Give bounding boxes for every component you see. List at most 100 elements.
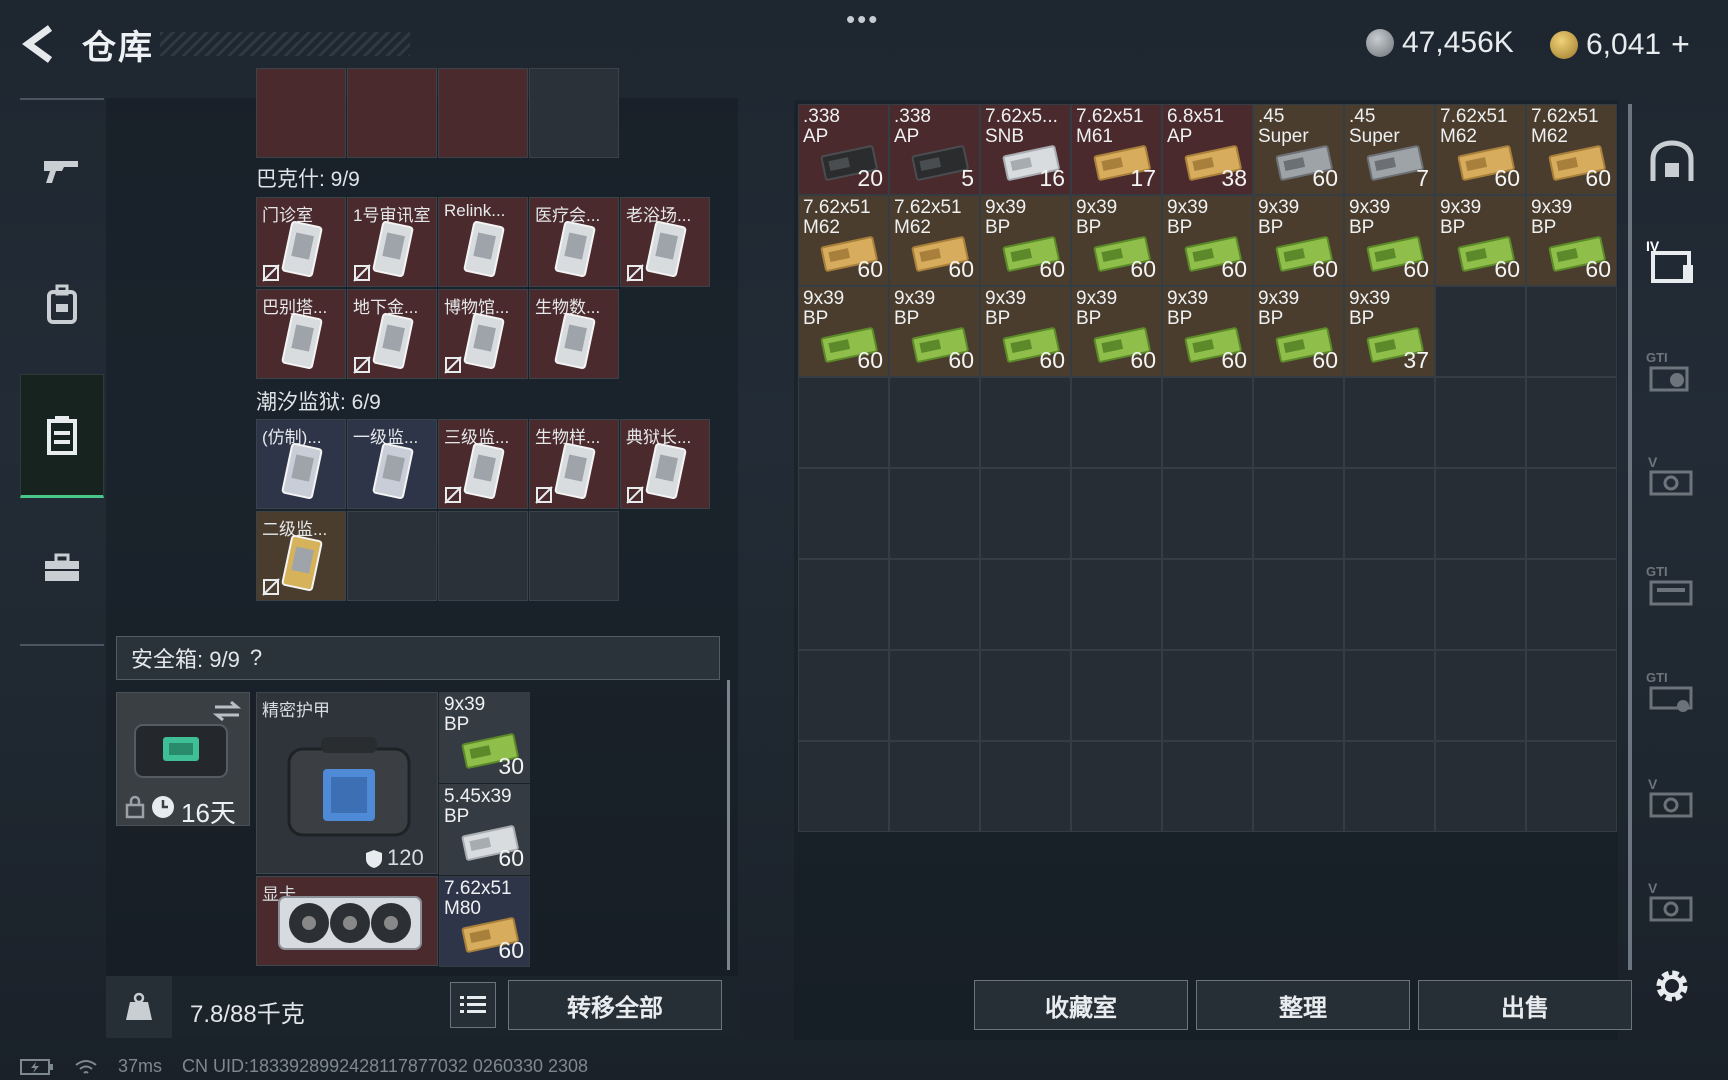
empty-slot[interactable] <box>1162 559 1253 650</box>
empty-slot[interactable] <box>1435 377 1526 468</box>
key-item[interactable]: 三级监... <box>438 419 528 509</box>
safebox-help-button[interactable]: ? <box>250 645 262 671</box>
key-item[interactable]: 老浴场... <box>620 197 710 287</box>
key-item[interactable]: 博物馆... <box>438 289 528 379</box>
backpack-scrollbar[interactable] <box>727 680 730 970</box>
empty-slot[interactable] <box>1253 650 1344 741</box>
stash-item[interactable]: 9x39 BP 37 <box>1344 286 1435 377</box>
empty-slot[interactable] <box>980 468 1071 559</box>
empty-slot[interactable] <box>1162 377 1253 468</box>
empty-slot[interactable] <box>1162 741 1253 832</box>
stash-item[interactable]: 9x39 BP 60 <box>1162 286 1253 377</box>
swap-icon[interactable] <box>213 699 241 723</box>
empty-slot[interactable] <box>438 511 528 601</box>
key-item[interactable]: 典狱长... <box>620 419 710 509</box>
empty-slot[interactable] <box>980 741 1071 832</box>
gpu-item[interactable]: 显卡 <box>256 876 438 966</box>
stash-item[interactable]: 7.62x51 M62 60 <box>889 195 980 286</box>
key-item[interactable]: 医疗会... <box>529 197 619 287</box>
empty-slot[interactable] <box>889 741 980 832</box>
stash-item[interactable]: 9x39 BP 60 <box>1435 195 1526 286</box>
empty-slot[interactable] <box>1344 650 1435 741</box>
key-item[interactable] <box>256 68 346 158</box>
empty-slot[interactable] <box>1435 741 1526 832</box>
ammo-item[interactable]: 7.62x51 M80 60 <box>439 876 530 967</box>
stash-item[interactable]: 9x39 BP 60 <box>798 286 889 377</box>
empty-slot[interactable] <box>798 468 889 559</box>
empty-slot[interactable] <box>1344 377 1435 468</box>
stash-item[interactable]: 9x39 BP 60 <box>1253 195 1344 286</box>
stash-item[interactable]: 9x39 BP 60 <box>1162 195 1253 286</box>
empty-slot[interactable] <box>1162 650 1253 741</box>
empty-slot[interactable] <box>1435 559 1526 650</box>
key-item[interactable] <box>347 68 437 158</box>
empty-slot[interactable] <box>980 650 1071 741</box>
empty-slot[interactable] <box>889 377 980 468</box>
empty-slot[interactable] <box>1435 286 1526 377</box>
empty-slot[interactable] <box>1526 741 1617 832</box>
empty-slot[interactable] <box>1435 468 1526 559</box>
stash-item[interactable]: 7.62x5... SNB 16 <box>980 104 1071 195</box>
key-item[interactable]: (仿制)... <box>256 419 346 509</box>
empty-slot[interactable] <box>1344 559 1435 650</box>
empty-slot[interactable] <box>798 650 889 741</box>
empty-slot[interactable] <box>1526 468 1617 559</box>
back-button[interactable] <box>20 24 60 64</box>
stash-item[interactable]: 7.62x51 M62 60 <box>798 195 889 286</box>
empty-slot[interactable] <box>798 559 889 650</box>
ammo-item[interactable]: 5.45x39 BP 60 <box>439 784 530 875</box>
rail-gti-case[interactable]: GTI <box>1646 564 1698 616</box>
key-item[interactable]: 一级监... <box>347 419 437 509</box>
stash-item[interactable]: 9x39 BP 60 <box>1071 195 1162 286</box>
rail-v-case[interactable]: V <box>1646 776 1698 828</box>
empty-slot[interactable] <box>1526 286 1617 377</box>
empty-slot[interactable] <box>1071 468 1162 559</box>
more-menu-button[interactable]: ••• <box>846 4 879 35</box>
stash-item[interactable]: 9x39 BP 60 <box>980 286 1071 377</box>
stash-item[interactable]: .338 AP 5 <box>889 104 980 195</box>
sell-button[interactable]: 出售 <box>1418 980 1632 1030</box>
empty-slot[interactable] <box>1435 650 1526 741</box>
empty-slot[interactable] <box>980 377 1071 468</box>
empty-slot[interactable] <box>798 741 889 832</box>
empty-slot[interactable] <box>1071 377 1162 468</box>
empty-slot[interactable] <box>1253 559 1344 650</box>
empty-slot[interactable] <box>347 511 437 601</box>
stash-item[interactable]: 9x39 BP 60 <box>1344 195 1435 286</box>
transfer-all-button[interactable]: 转移全部 <box>508 980 722 1030</box>
empty-slot[interactable] <box>1526 377 1617 468</box>
key-item[interactable]: 巴别塔... <box>256 289 346 379</box>
empty-slot[interactable] <box>1071 650 1162 741</box>
rail-inventory[interactable] <box>20 374 104 498</box>
empty-slot[interactable] <box>889 468 980 559</box>
empty-slot[interactable] <box>1526 559 1617 650</box>
list-view-button[interactable] <box>450 982 496 1028</box>
empty-slot[interactable] <box>1344 468 1435 559</box>
empty-slot[interactable] <box>529 68 619 158</box>
sort-button[interactable]: 整理 <box>1196 980 1410 1030</box>
rail-backpack[interactable] <box>20 244 104 364</box>
stash-item[interactable]: 9x39 BP 60 <box>1526 195 1617 286</box>
empty-slot[interactable] <box>980 559 1071 650</box>
settings-button[interactable] <box>1646 960 1698 1012</box>
safebox-case[interactable]: 16天 <box>116 692 250 828</box>
key-item[interactable]: 1号审讯室 <box>347 197 437 287</box>
empty-slot[interactable] <box>798 377 889 468</box>
stash-item[interactable]: .45 Super 60 <box>1253 104 1344 195</box>
stash-item[interactable]: .45 Super 7 <box>1344 104 1435 195</box>
empty-slot[interactable] <box>1344 741 1435 832</box>
rail-home[interactable] <box>1646 136 1698 188</box>
ammo-item[interactable]: 9x39 BP 30 <box>439 692 530 783</box>
empty-slot[interactable] <box>1071 741 1162 832</box>
key-item[interactable]: 生物样... <box>529 419 619 509</box>
empty-slot[interactable] <box>1526 650 1617 741</box>
stash-item[interactable]: 7.62x51 M61 17 <box>1071 104 1162 195</box>
empty-slot[interactable] <box>1253 377 1344 468</box>
empty-slot[interactable] <box>1162 468 1253 559</box>
stash-item[interactable]: .338 AP 20 <box>798 104 889 195</box>
stash-item[interactable]: 7.62x51 M62 60 <box>1435 104 1526 195</box>
empty-slot[interactable] <box>1253 741 1344 832</box>
stash-item[interactable]: 6.8x51 AP 38 <box>1162 104 1253 195</box>
key-item[interactable]: 地下金... <box>347 289 437 379</box>
rail-folder-tier-iv[interactable]: IV <box>1646 238 1698 290</box>
